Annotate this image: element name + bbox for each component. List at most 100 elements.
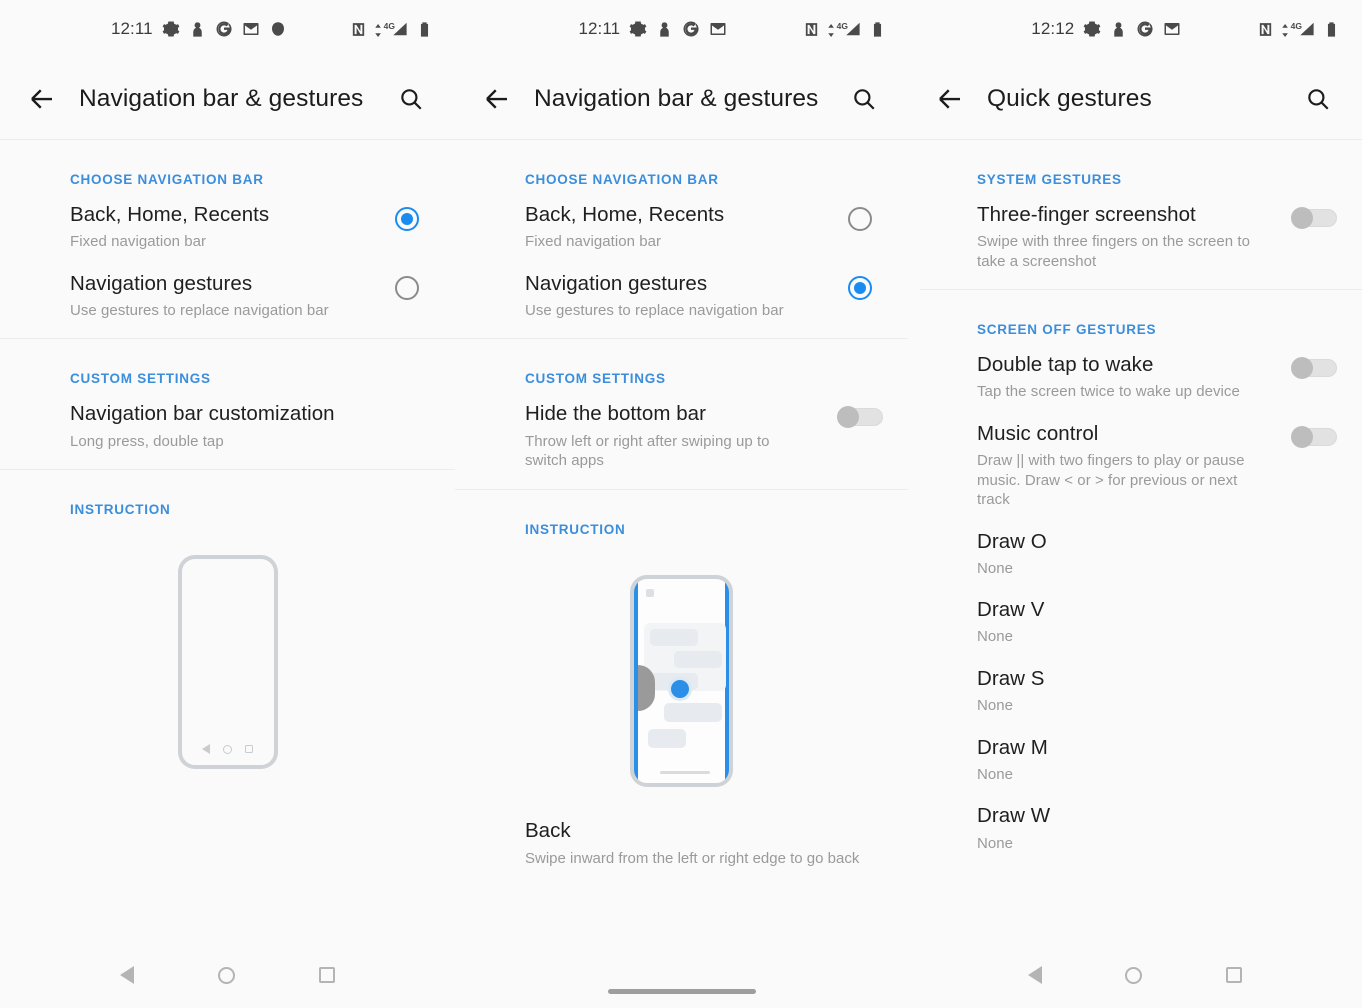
home-circle-icon [223,744,232,754]
list-item-control[interactable] [1266,353,1362,380]
toggle-thumb [1291,207,1313,229]
list-item-back-home-recents[interactable]: Back, Home, Recents Fixed navigation bar [0,187,455,256]
instruction-caption: Back Swipe inward from the left or right… [455,787,908,867]
search-icon [854,88,875,110]
search-button[interactable] [389,77,433,121]
list-item-text: Draw W None [908,804,1362,853]
list-item-control[interactable] [359,203,455,231]
list-item-title: Three-finger screenshot [977,203,1196,226]
list-item-control[interactable] [1266,203,1362,229]
radio-back-home-recents[interactable] [395,207,419,231]
toggle-double-tap-to-wake[interactable] [1291,357,1337,380]
list-item-navigation-gestures[interactable]: Navigation gestures Use gestures to repl… [0,256,455,325]
settings-list[interactable]: SYSTEM GESTURES Three-finger screenshot … [908,140,1362,942]
list-item-text: Draw S None [908,667,1362,716]
screen-quick-gestures: 12:12 4G Quick gestures SYSTEM GESTURES … [908,0,1362,1008]
toggle-music-control[interactable] [1291,425,1337,448]
list-item-control[interactable] [812,272,908,300]
list-item-subtitle: Draw || with two fingers to play or paus… [977,452,1245,509]
back-triangle-icon [202,744,210,755]
status-bar: 12:12 4G [908,0,1362,58]
person-icon [1114,21,1124,37]
list-item-subtitle: Throw left or right after swiping up to … [525,432,770,470]
system-navigation-bar[interactable] [0,942,455,1008]
gear-icon [1083,21,1101,37]
list-item-control[interactable] [1266,422,1362,448]
nfc-icon [805,22,817,36]
instruction-illustration [0,517,455,770]
settings-list[interactable]: CHOOSE NAVIGATION BAR Back, Home, Recent… [455,140,908,942]
list-item-three-finger-screenshot[interactable]: Three-finger screenshot Swipe with three… [908,187,1362,275]
section-header-instruction: INSTRUCTION [70,502,171,518]
list-item-text: Hide the bottom bar Throw left or right … [455,402,812,470]
settings-list[interactable]: CHOOSE NAVIGATION BAR Back, Home, Recent… [0,140,455,942]
gear-icon [629,21,647,37]
list-item-control[interactable] [812,203,908,231]
toggle-hide-the-bottom-bar[interactable] [837,406,883,429]
list-item-subtitle: Tap the screen twice to wake up device [977,383,1240,401]
section-header-screen-off-gestures: SCREEN OFF GESTURES [977,322,1157,338]
list-item-double-tap-to-wake[interactable]: Double tap to wake Tap the screen twice … [908,337,1362,406]
nav-home-circle-icon[interactable] [1125,966,1143,984]
nav-back-triangle-icon[interactable] [1027,966,1042,984]
list-item-draw-s[interactable]: Draw S None [908,651,1362,720]
status-bar-right: 4G [803,21,886,38]
list-item-control[interactable] [812,402,908,429]
nav-back-triangle-icon[interactable] [120,966,134,984]
list-item-back-home-recents[interactable]: Back, Home, Recents Fixed navigation bar [455,187,908,256]
phone-content-bar [664,702,722,722]
list-item-draw-o[interactable]: Draw O None [908,514,1362,583]
radio-navigation-gestures[interactable] [848,275,872,300]
arrow-left-icon [939,88,960,109]
status-bar: 12:11 4G [455,0,908,58]
status-bar-clock: 12:12 [1031,19,1075,38]
list-item-subtitle: None [977,559,1014,577]
signal-4g-icon: 4G [827,20,861,37]
nav-recents-square-icon[interactable] [319,967,335,983]
phone-status-block [646,588,654,597]
list-item-draw-v[interactable]: Draw V None [908,582,1362,651]
list-item-hide-the-bottom-bar[interactable]: Hide the bottom bar Throw left or right … [455,386,908,474]
section-header-custom-settings: CUSTOM SETTINGS [70,371,211,387]
list-item-subtitle: Fixed navigation bar [70,233,207,251]
phone-outline-graphic [177,555,278,770]
back-button[interactable] [475,77,519,121]
section-header-choose-navigation-bar: CHOOSE NAVIGATION BAR [70,172,264,187]
list-item-control[interactable] [359,272,455,300]
section-header-choose-navigation-bar: CHOOSE NAVIGATION BAR [525,172,719,187]
status-bar-left: 12:11 [22,19,350,39]
list-item-draw-w[interactable]: Draw W None [908,788,1362,857]
list-item-text: Navigation gestures Use gestures to repl… [455,272,812,321]
list-item-navigation-bar-customization[interactable]: Navigation bar customization Long press,… [0,386,455,455]
back-button[interactable] [928,77,972,121]
search-button[interactable] [1296,77,1340,121]
signal-4g-icon: 4G [374,21,408,37]
list-item-title: Back, Home, Recents [70,203,270,226]
network-label: 4G [836,20,848,31]
list-item-subtitle: Use gestures to replace navigation bar [525,301,784,319]
list-item-navigation-gestures[interactable]: Navigation gestures Use gestures to repl… [455,256,908,325]
status-bar-clock: 12:11 [110,19,153,38]
nav-recents-square-icon[interactable] [1226,967,1243,983]
radio-navigation-gestures[interactable] [395,275,419,300]
list-item-subtitle: Swipe with three fingers on the screen t… [977,233,1251,270]
system-gesture-bar[interactable] [455,942,908,1008]
list-item-music-control[interactable]: Music control Draw || with two fingers t… [908,406,1362,514]
search-button[interactable] [842,77,886,121]
home-gesture-pill[interactable] [607,989,756,994]
back-button[interactable] [20,77,64,121]
list-item-subtitle: None [977,765,1014,783]
system-navigation-bar[interactable] [908,942,1362,1008]
list-item-subtitle: None [977,834,1014,852]
radio-back-home-recents[interactable] [848,207,872,231]
toggle-three-finger-screenshot[interactable] [1291,207,1337,229]
status-bar-left: 12:11 [477,19,803,39]
list-item-draw-m[interactable]: Draw M None [908,720,1362,789]
list-item-text: Music control Draw || with two fingers t… [908,422,1266,510]
list-item-title: Hide the bottom bar [525,402,706,426]
nav-home-circle-icon[interactable] [218,966,235,984]
data-arrows-icon [1281,24,1288,37]
